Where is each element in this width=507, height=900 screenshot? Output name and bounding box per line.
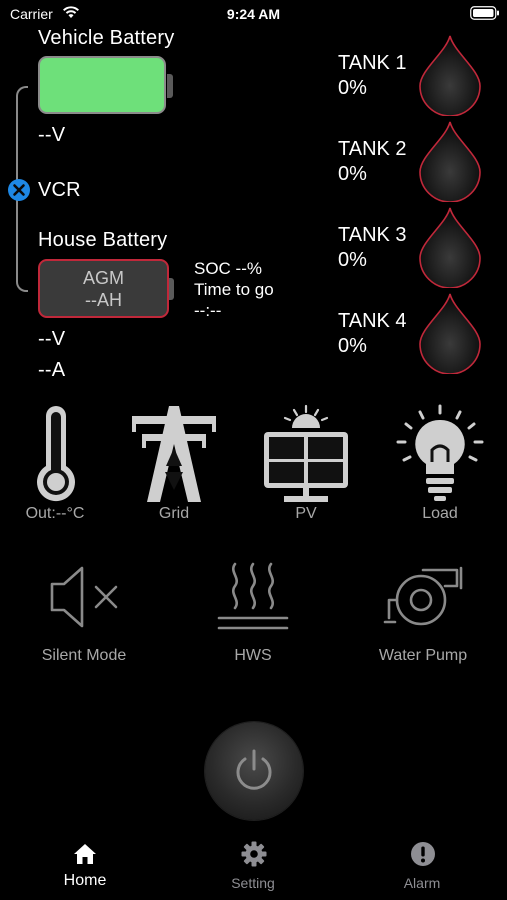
vcr-status-icon[interactable] (7, 178, 31, 202)
house-battery-title: House Battery (38, 229, 168, 251)
light-bulb-icon (396, 404, 484, 501)
hws-label: HWS (234, 647, 272, 664)
tank-name: TANK 1 (338, 52, 407, 74)
pv-source[interactable]: PV (256, 402, 356, 524)
speaker-mute-icon (50, 566, 118, 628)
grid-source[interactable]: Grid (124, 402, 224, 524)
tank-percent: 0% (338, 335, 367, 357)
hws-button[interactable]: HWS (193, 560, 313, 670)
vcr-label: VCR (38, 179, 81, 201)
tank-item[interactable]: TANK 1 0% (330, 34, 500, 120)
house-battery-voltage: --V (38, 328, 66, 350)
water-drop-icon (419, 207, 481, 288)
water-drop-icon (419, 121, 481, 202)
time-to-go-label: Time to go (194, 280, 274, 299)
house-battery-gauge[interactable]: AGM --AH (38, 259, 174, 319)
battery-status-icon (470, 6, 499, 20)
tab-alarm-label: Alarm (403, 875, 441, 891)
house-battery-soc: SOC --% (194, 259, 262, 278)
tank-item[interactable]: TANK 4 0% (330, 292, 500, 378)
tank-name: TANK 2 (338, 138, 407, 160)
tank-percent: 0% (338, 163, 367, 185)
silent-mode-button[interactable]: Silent Mode (24, 560, 144, 670)
water-pump-button[interactable]: Water Pump (361, 560, 485, 670)
silent-mode-label: Silent Mode (41, 647, 127, 664)
tank-name: TANK 3 (338, 224, 407, 246)
tab-bar: Home Setting Alarm (0, 830, 507, 900)
home-icon (74, 844, 96, 864)
tank-percent: 0% (338, 249, 367, 271)
tab-alarm[interactable]: Alarm (377, 838, 467, 898)
tank-item[interactable]: TANK 2 0% (330, 120, 500, 206)
gear-icon (241, 841, 267, 867)
load-label: Load (422, 505, 458, 522)
pv-label: PV (295, 505, 317, 522)
vehicle-battery-gauge[interactable] (38, 56, 178, 118)
water-pump-label: Water Pump (378, 647, 468, 664)
clock: 9:24 AM (226, 6, 281, 22)
house-battery-capacity: --AH (85, 290, 122, 310)
heat-waves-icon (217, 562, 289, 630)
water-drop-icon (419, 35, 481, 116)
solar-panel-icon (264, 404, 348, 502)
tank-name: TANK 4 (338, 310, 407, 332)
tank-item[interactable]: TANK 3 0% (330, 206, 500, 292)
alert-icon (411, 842, 435, 866)
load-source[interactable]: Load (390, 402, 490, 524)
vehicle-battery-body (38, 56, 166, 114)
tank-list: TANK 1 0% TANK 2 0% TANK 3 0% TANK 4 0% (330, 34, 500, 374)
house-battery-terminal (169, 278, 174, 300)
power-icon (236, 749, 272, 790)
tab-setting[interactable]: Setting (208, 838, 298, 898)
temperature-label: Out:--°C (25, 505, 85, 522)
time-to-go-value: --:-- (194, 301, 222, 320)
thermometer-icon (37, 406, 75, 502)
power-button[interactable] (205, 722, 303, 820)
tab-setting-label: Setting (231, 875, 275, 891)
outside-temperature[interactable]: Out:--°C (10, 402, 100, 524)
grid-label: Grid (158, 505, 190, 522)
power-tower-icon (132, 406, 216, 502)
status-bar: Carrier 9:24 AM (0, 0, 507, 30)
tank-percent: 0% (338, 77, 367, 99)
vehicle-battery-voltage: --V (38, 124, 66, 146)
house-battery-type: AGM (82, 268, 124, 288)
water-pump-icon (383, 566, 463, 626)
tab-home-label: Home (63, 872, 107, 889)
water-drop-icon (419, 293, 481, 374)
vehicle-battery-title: Vehicle Battery (38, 27, 175, 49)
vehicle-battery-terminal (167, 74, 173, 98)
tab-home[interactable]: Home (40, 838, 130, 898)
house-battery-current: --A (38, 359, 66, 381)
